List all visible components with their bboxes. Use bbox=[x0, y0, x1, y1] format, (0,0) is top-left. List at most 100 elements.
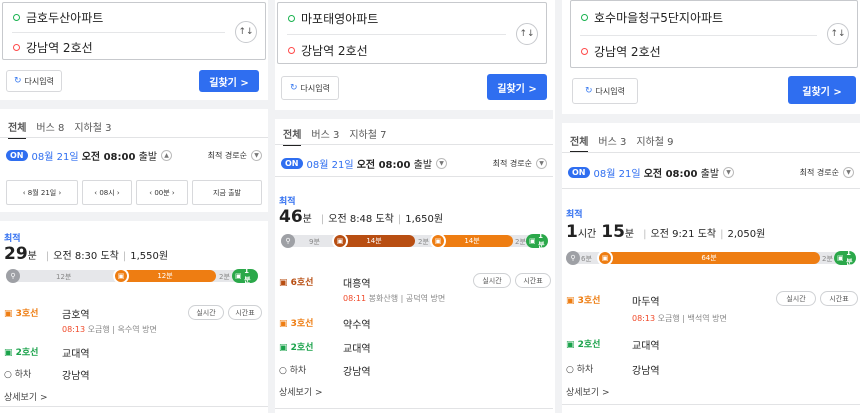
station-name: 약수역 bbox=[343, 320, 371, 331]
departure-time[interactable]: 오전 08:00 bbox=[644, 165, 698, 180]
train-direction: 오금행 | 옥수역 방면 bbox=[87, 325, 157, 334]
origin-text: 금호두산아파트 bbox=[26, 11, 104, 25]
subway-icon: ▣ bbox=[597, 250, 613, 266]
train-direction: 오금행 | 백석역 방면 bbox=[657, 314, 727, 323]
find-route-button[interactable]: 길찾기 > bbox=[788, 76, 856, 104]
timetable-button[interactable]: 시간표 bbox=[228, 305, 262, 320]
best-route-badge: 최적 bbox=[4, 234, 21, 244]
departure-label: 출발 bbox=[413, 160, 433, 171]
origin-field[interactable]: 호수마을청구5단지아파트 bbox=[581, 9, 723, 26]
details-link[interactable]: 상세보기 > bbox=[4, 390, 48, 403]
depart-now-button[interactable]: 지금 출발 bbox=[192, 180, 262, 205]
tab-subway[interactable]: 지하철 9 bbox=[636, 133, 673, 148]
transfer-time: 2분 bbox=[418, 238, 429, 246]
tab-all[interactable]: 전체 bbox=[570, 133, 589, 153]
tab-subway[interactable]: 지하철 7 bbox=[349, 126, 386, 141]
alight-label: 하차 bbox=[576, 365, 594, 375]
origin-text: 마포태영아파트 bbox=[301, 12, 379, 26]
tab-all[interactable]: 전체 bbox=[8, 119, 27, 139]
destination-dot-icon bbox=[581, 48, 588, 55]
find-route-button[interactable]: 길찾기 > bbox=[199, 70, 259, 92]
find-route-label: 길찾기 > bbox=[802, 86, 842, 98]
destination-field[interactable]: 강남역 2호선 bbox=[288, 42, 368, 59]
reset-button[interactable]: ↻ 다시입력 bbox=[6, 70, 62, 92]
subway-icon: ▣ bbox=[430, 233, 446, 249]
train-info: 08:13 오금행 | 백석역 방면 bbox=[632, 313, 727, 324]
reset-label: 다시입력 bbox=[595, 86, 625, 96]
segment-line2: ▣ 1분 bbox=[526, 232, 548, 249]
ride-time: 14분 bbox=[464, 237, 480, 245]
walk-time: 6분 bbox=[581, 255, 592, 263]
find-route-button[interactable]: 길찾기 > bbox=[487, 74, 547, 100]
minute-picker[interactable]: ‹ 00분 › bbox=[136, 180, 188, 205]
segment-line3: ▣ 64분 bbox=[597, 250, 820, 266]
sort-select[interactable]: 최적 경로순 ▼ bbox=[208, 150, 262, 161]
find-route-label: 길찾기 > bbox=[209, 77, 249, 89]
swap-arrows-icon[interactable]: ↑↓ bbox=[827, 23, 849, 45]
realtime-button[interactable]: 실시간 bbox=[776, 291, 816, 306]
swap-arrows-icon[interactable]: ↑↓ bbox=[516, 23, 538, 45]
route-summary[interactable]: 29 분 | 오전 8:30 도착 | 1,550원 bbox=[4, 244, 168, 264]
tab-all[interactable]: 전체 bbox=[283, 126, 302, 146]
tab-bus[interactable]: 버스 3 bbox=[311, 126, 339, 141]
segment-line6: ▣ 14분 bbox=[332, 233, 415, 249]
divider bbox=[580, 35, 817, 36]
tab-subway[interactable]: 지하철 3 bbox=[74, 119, 111, 134]
tab-bus[interactable]: 버스 8 bbox=[36, 119, 64, 134]
duration-hours: 1 bbox=[566, 222, 578, 242]
chevron-down-icon[interactable]: ▼ bbox=[723, 167, 735, 178]
line-name: 3호선 bbox=[15, 309, 39, 319]
date-picker[interactable]: ‹ 8월 21일 › bbox=[6, 180, 78, 205]
divider bbox=[0, 406, 268, 407]
destination-field[interactable]: 강남역 2호선 bbox=[13, 39, 93, 56]
timetable-button[interactable]: 시간표 bbox=[515, 273, 551, 288]
departure-time[interactable]: 오전 08:00 bbox=[357, 156, 411, 171]
origin-dot-icon bbox=[288, 15, 295, 22]
departure-date[interactable]: 08월 21일 bbox=[307, 156, 354, 171]
details-link[interactable]: 상세보기 > bbox=[566, 385, 610, 398]
subway-icon: ▣ bbox=[837, 254, 847, 262]
line-name: 2호선 bbox=[290, 343, 314, 353]
reset-button[interactable]: ↻ 다시입력 bbox=[572, 78, 638, 104]
realtime-button[interactable]: 실시간 bbox=[473, 273, 511, 288]
route-summary[interactable]: 1 시간 15 분 | 오전 9:21 도착 | 2,050원 bbox=[566, 222, 765, 242]
sort-select[interactable]: 최적 경로순 ▼ bbox=[800, 167, 854, 178]
ride-time: 1분 bbox=[846, 249, 853, 266]
arrival-time: 오전 8:30 도착 bbox=[53, 251, 119, 262]
departure-time[interactable]: 오전 08:00 bbox=[82, 148, 136, 163]
sort-label: 최적 경로순 bbox=[492, 159, 532, 168]
reset-label: 다시입력 bbox=[24, 76, 54, 86]
station-name: 강남역 bbox=[632, 366, 660, 377]
refresh-icon: ↻ bbox=[14, 76, 22, 86]
origin-field[interactable]: 마포태영아파트 bbox=[288, 10, 378, 27]
timetable-button[interactable]: 시간표 bbox=[820, 291, 858, 306]
route-timeline-bar: ⚲ 9분 ▣ 14분 2분 ▣ 14분 2분 ▣ 1분 bbox=[281, 232, 548, 249]
on-toggle[interactable]: ON bbox=[281, 158, 303, 169]
destination-field[interactable]: 강남역 2호선 bbox=[581, 43, 661, 60]
reset-button[interactable]: ↻ 다시입력 bbox=[281, 76, 339, 100]
chevron-down-icon[interactable]: ▼ bbox=[436, 158, 448, 169]
tab-divider bbox=[562, 152, 860, 153]
walk-time: 12분 bbox=[56, 273, 72, 281]
sort-select[interactable]: 최적 경로순 ▼ bbox=[493, 158, 547, 169]
subway-icon: ▣ bbox=[235, 272, 245, 280]
swap-arrows-icon[interactable]: ↑↓ bbox=[235, 21, 257, 43]
divider bbox=[562, 188, 860, 189]
chevron-up-icon[interactable]: ▲ bbox=[161, 150, 173, 161]
search-box: 호수마을청구5단지아파트 강남역 2호선 ↑↓ bbox=[570, 0, 858, 68]
route-timeline-bar: ⚲ 12분 ▣ 12분 2분 ▣ 1분 bbox=[6, 267, 258, 284]
separator: | bbox=[720, 229, 724, 240]
on-toggle[interactable]: ON bbox=[568, 167, 590, 178]
realtime-button[interactable]: 실시간 bbox=[188, 305, 224, 320]
departure-date[interactable]: 08월 21일 bbox=[32, 148, 79, 163]
route-summary[interactable]: 46 분 | 오전 8:48 도착 | 1,650원 bbox=[279, 207, 443, 227]
tab-bus[interactable]: 버스 3 bbox=[598, 133, 626, 148]
fare: 1,550원 bbox=[130, 251, 169, 262]
hour-picker[interactable]: ‹ 08시 › bbox=[82, 180, 132, 205]
train-info: 08:13 오금행 | 옥수역 방면 bbox=[62, 324, 157, 335]
separator: | bbox=[122, 251, 127, 262]
on-toggle[interactable]: ON bbox=[6, 150, 28, 161]
origin-field[interactable]: 금호두산아파트 bbox=[13, 9, 103, 26]
details-link[interactable]: 상세보기 > bbox=[279, 385, 323, 398]
departure-date[interactable]: 08월 21일 bbox=[594, 165, 641, 180]
